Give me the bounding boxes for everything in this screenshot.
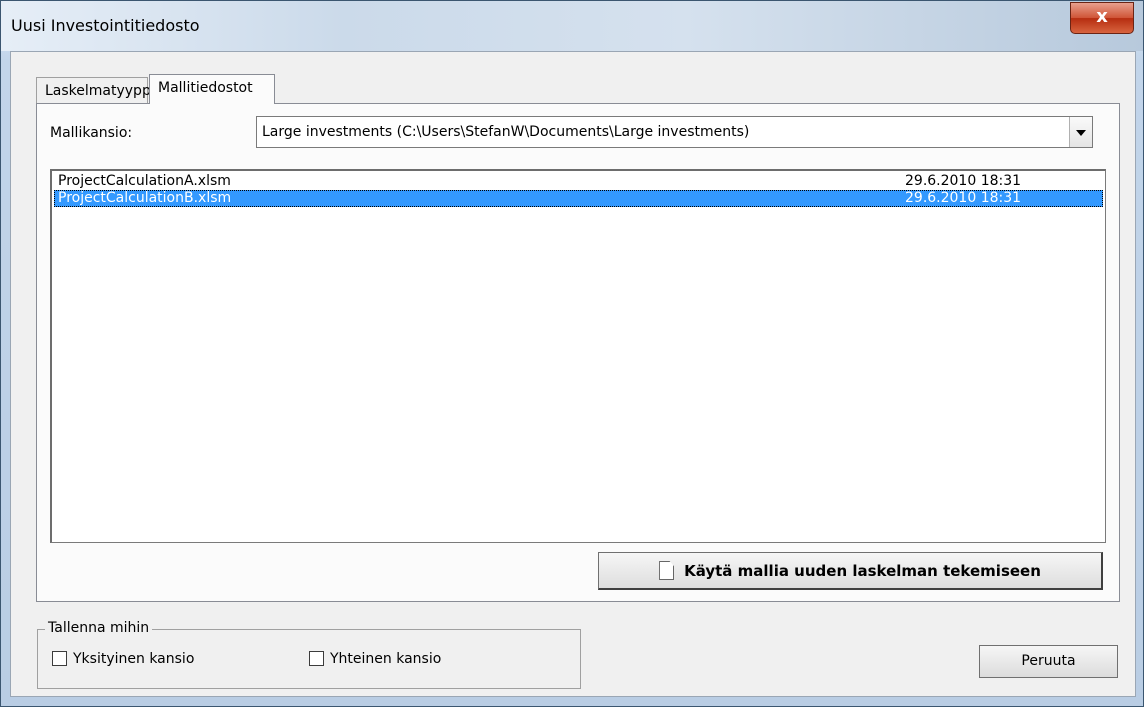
shared-folder-label: Yhteinen kansio <box>330 651 442 667</box>
private-folder-checkbox[interactable]: Yksityinen kansio <box>52 650 195 667</box>
cancel-button[interactable]: Peruuta <box>979 645 1118 678</box>
checkbox-box[interactable] <box>52 650 67 666</box>
document-icon <box>659 561 675 580</box>
template-file-list[interactable]: ProjectCalculationA.xlsm 29.6.2010 18:31… <box>50 169 1106 543</box>
folder-label: Mallikansio: <box>50 125 133 141</box>
file-list-item[interactable]: ProjectCalculationA.xlsm 29.6.2010 18:31 <box>54 173 1103 190</box>
dialog-window: Uusi Investointitiedosto x Laskelmatyypp… <box>0 0 1144 707</box>
save-to-groupbox: Tallenna mihin Yksityinen kansio Yhteine… <box>37 620 581 689</box>
tab-mallitiedostot[interactable]: Mallitiedostot <box>149 74 275 104</box>
shared-folder-checkbox[interactable]: Yhteinen kansio <box>309 650 442 667</box>
dialog-client-area: Laskelmatyyppi Mallitiedostot Mallikansi… <box>10 51 1136 697</box>
use-template-label: Käytä mallia uuden laskelman tekemiseen <box>684 562 1041 580</box>
close-icon: x <box>1096 6 1108 27</box>
file-date: 29.6.2010 18:31 <box>905 173 1022 189</box>
close-button[interactable]: x <box>1070 2 1134 34</box>
folder-selected-value: Large investments (C:\Users\StefanW\Docu… <box>262 124 750 140</box>
file-name: ProjectCalculationB.xlsm <box>58 190 232 206</box>
checkbox-box[interactable] <box>309 650 324 666</box>
file-list-item-selected[interactable]: ProjectCalculationB.xlsm 29.6.2010 18:31 <box>54 190 1103 207</box>
window-title: Uusi Investointitiedosto <box>11 16 200 35</box>
dropdown-arrow-icon[interactable] <box>1069 117 1092 147</box>
title-bar[interactable]: Uusi Investointitiedosto x <box>1 1 1143 51</box>
use-template-button[interactable]: Käytä mallia uuden laskelman tekemiseen <box>598 552 1103 590</box>
tab-panel-mallitiedostot: Mallikansio: Large investments (C:\Users… <box>36 103 1120 602</box>
folder-combobox[interactable]: Large investments (C:\Users\StefanW\Docu… <box>256 116 1093 148</box>
private-folder-label: Yksityinen kansio <box>73 651 195 667</box>
save-to-legend: Tallenna mihin <box>45 620 153 636</box>
file-name: ProjectCalculationA.xlsm <box>58 173 231 189</box>
file-date: 29.6.2010 18:31 <box>905 190 1022 206</box>
tab-laskelmatyyppi[interactable]: Laskelmatyyppi <box>36 77 155 103</box>
